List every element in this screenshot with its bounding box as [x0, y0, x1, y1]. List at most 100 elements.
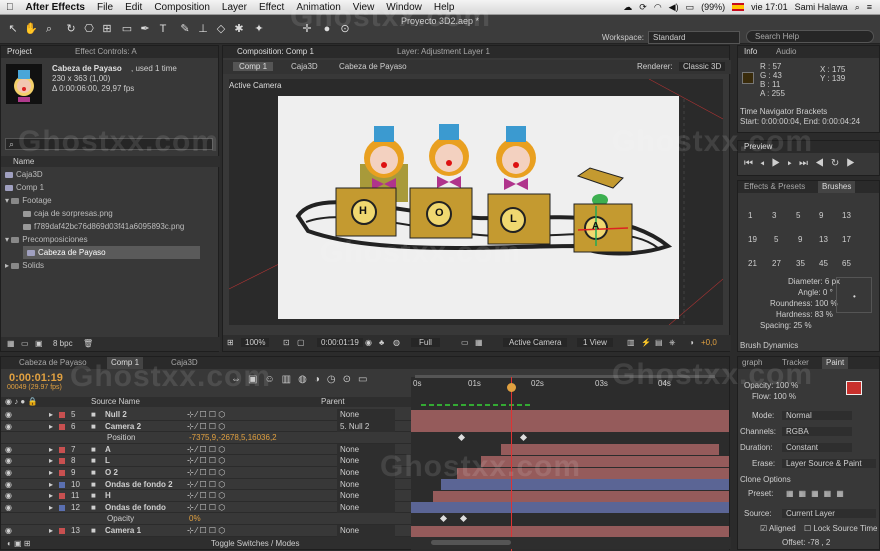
label-color[interactable]: [59, 470, 65, 476]
tab-paint[interactable]: Paint: [822, 357, 849, 369]
first-frame-icon[interactable]: ⏮: [744, 158, 760, 169]
layer-name[interactable]: L: [105, 455, 110, 467]
brush-preset[interactable]: 17: [842, 235, 851, 244]
tab-tracker[interactable]: Tracker: [778, 357, 813, 369]
tab-effect-controls[interactable]: Effect Controls: A: [71, 46, 141, 58]
fast-preview-icon[interactable]: ⚡: [641, 338, 651, 347]
label-color[interactable]: [59, 493, 65, 500]
eye-icon[interactable]: ◉: [5, 409, 12, 421]
paint-flow[interactable]: Flow: 100 %: [752, 392, 796, 401]
brush-preset[interactable]: 13: [819, 235, 828, 244]
erase-select[interactable]: Layer Source & Paint: [782, 459, 876, 468]
brush-preset[interactable]: 9: [798, 235, 802, 244]
disclosure-icon[interactable]: ▸: [49, 490, 53, 502]
column-parent[interactable]: Parent: [321, 397, 345, 406]
source-select[interactable]: Current Layer: [782, 509, 876, 518]
brush-spacing[interactable]: Spacing: 25 %: [760, 321, 812, 330]
eye-icon[interactable]: ◉: [5, 444, 12, 456]
parent-select[interactable]: None: [337, 443, 395, 456]
project-row-png-2[interactable]: f789daf42bc76d869d03f41a6095893c.png: [1, 220, 218, 233]
project-row-comp1[interactable]: Comp 1: [1, 181, 218, 194]
layer-name[interactable]: H: [105, 490, 111, 502]
menu-help[interactable]: Help: [428, 2, 461, 13]
frame-blend-icon[interactable]: ▥: [282, 374, 298, 385]
resolution-select[interactable]: Full: [411, 338, 440, 347]
user-name[interactable]: Sami Halawa: [795, 2, 848, 12]
project-search-input[interactable]: ⌕: [5, 138, 213, 150]
brush-preset[interactable]: 21: [748, 259, 757, 268]
parent-select[interactable]: None: [337, 490, 395, 502]
transparency-icon[interactable]: ▦: [475, 338, 483, 347]
disclosure-icon[interactable]: ▸: [49, 525, 53, 537]
layer-duration-bar[interactable]: [441, 479, 729, 491]
layer-row[interactable]: ◉ ▸ 8 ■ L ⊹ ⁄ ☐ ☐ ⬡ None: [1, 455, 411, 467]
menu-layer[interactable]: Layer: [216, 2, 253, 13]
battery-icon[interactable]: ▭: [686, 2, 695, 13]
property-value[interactable]: 0%: [189, 513, 201, 525]
property-name[interactable]: Position: [107, 432, 135, 444]
new-folder-icon[interactable]: ▭: [21, 339, 29, 348]
menu-window[interactable]: Window: [380, 2, 428, 13]
switches[interactable]: ⊹ ⁄ ☐ ☐ ⬡: [187, 490, 225, 502]
disclosure-icon[interactable]: ▸: [49, 444, 53, 456]
interpret-footage-icon[interactable]: ▦: [7, 339, 15, 348]
app-menu[interactable]: After Effects: [20, 2, 91, 13]
work-area-bar[interactable]: [415, 375, 715, 378]
ram-preview-icon[interactable]: ▶: [846, 158, 862, 169]
spotlight-icon[interactable]: ⌕: [855, 2, 860, 13]
layer-duration-bar[interactable]: [411, 409, 729, 421]
breadcrumb-caja3d[interactable]: Caja3D: [291, 62, 318, 71]
clock[interactable]: vie 17:01: [751, 2, 788, 12]
project-row-precomp[interactable]: ▾ Precomposiciones: [1, 233, 218, 246]
paint-opacity[interactable]: Opacity: 100 %: [744, 381, 798, 390]
region-icon[interactable]: ▭: [461, 338, 469, 347]
layer-row[interactable]: ◉ ▸ 12 ■ Ondas de fondo ⊹ ⁄ ☐ ☐ ⬡ None: [1, 501, 411, 514]
camera-select[interactable]: Active Camera: [503, 338, 568, 347]
brush-preset[interactable]: 5: [774, 235, 778, 244]
channels-select[interactable]: RGBA: [782, 427, 852, 436]
mode-select[interactable]: Normal: [782, 411, 852, 420]
project-row-cabeza[interactable]: Cabeza de Payaso: [23, 246, 200, 259]
label-color[interactable]: [59, 446, 65, 453]
toggle-switches-modes[interactable]: Toggle Switches / Modes: [211, 539, 300, 548]
foreground-color-swatch[interactable]: [846, 381, 862, 395]
label-color[interactable]: [59, 528, 65, 534]
cloud-icon[interactable]: ☁: [623, 2, 632, 13]
disclosure-icon[interactable]: ▸: [49, 455, 53, 467]
motion-blur-icon[interactable]: ◍: [298, 374, 314, 385]
pixel-aspect-icon[interactable]: ▥: [627, 338, 635, 347]
viewer-timecode[interactable]: 0:00:01:19: [317, 338, 363, 347]
tab-timeline-comp1[interactable]: Comp 1: [107, 357, 144, 369]
menu-animation[interactable]: Animation: [290, 2, 346, 13]
eye-icon[interactable]: ◉: [5, 502, 12, 514]
draft3d-icon[interactable]: ⇔: [231, 374, 248, 385]
tab-layer[interactable]: Layer: Adjustment Layer 1: [393, 46, 494, 58]
layer-duration-bar[interactable]: [501, 444, 719, 456]
parent-select[interactable]: None: [337, 455, 395, 467]
duration-select[interactable]: Constant: [782, 443, 852, 452]
switches[interactable]: ⊹ ⁄ ☐ ☐ ⬡: [187, 525, 225, 537]
eye-icon[interactable]: ◉: [5, 455, 12, 467]
timeline-icon[interactable]: ▤: [655, 338, 663, 347]
brush-preset[interactable]: 65: [842, 259, 851, 268]
label-color[interactable]: [59, 481, 65, 488]
grid-icon[interactable]: ⊡: [283, 338, 290, 347]
layer-row[interactable]: ◉ ▸ 11 ■ H ⊹ ⁄ ☐ ☐ ⬡ None: [1, 490, 411, 502]
brush-hardness[interactable]: Hardness: 83 %: [776, 310, 833, 319]
switches[interactable]: ⊹ ⁄ ☐ ☐ ⬡: [187, 467, 225, 479]
column-source-name[interactable]: Source Name: [91, 397, 140, 406]
layer-name[interactable]: Ondas de fondo 2: [105, 479, 173, 491]
tab-project[interactable]: Project: [3, 46, 36, 58]
bit-depth[interactable]: 8 bpc: [53, 339, 73, 348]
parent-select[interactable]: None: [337, 409, 395, 421]
brush-dynamics[interactable]: Brush Dynamics: [740, 341, 798, 350]
disclosure-icon[interactable]: ▸: [49, 421, 53, 433]
list-icon[interactable]: ≡: [867, 2, 872, 12]
tab-effects-presets[interactable]: Effects & Presets: [740, 181, 809, 193]
tab-composition[interactable]: Composition: Comp 1: [233, 46, 318, 58]
project-row-png-1[interactable]: caja de sorpresas.png: [1, 207, 218, 220]
exposure-icon[interactable]: ◑: [689, 338, 694, 347]
trash-icon[interactable]: 🗑: [83, 339, 93, 348]
show-channel-icon[interactable]: ♣: [379, 338, 384, 347]
last-frame-icon[interactable]: ⏭: [799, 158, 815, 169]
